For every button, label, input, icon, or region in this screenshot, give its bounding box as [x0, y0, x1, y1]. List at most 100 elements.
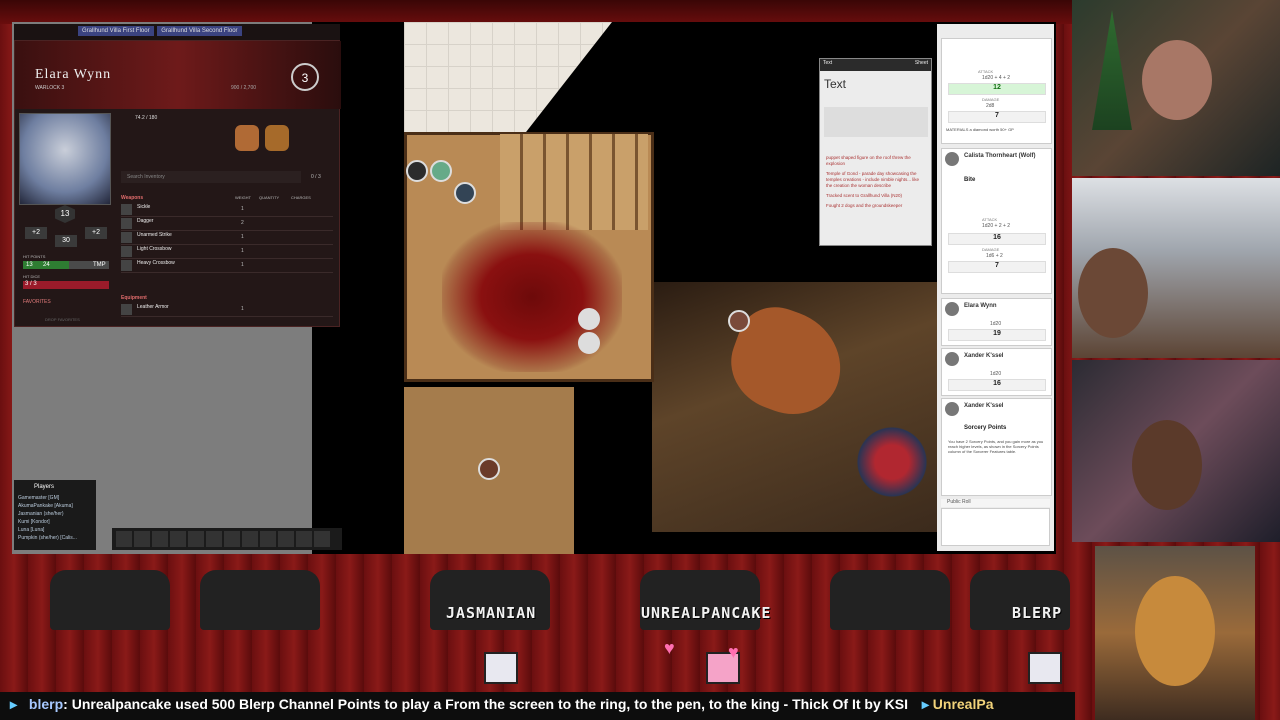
item-icon	[121, 304, 132, 315]
token[interactable]	[478, 458, 500, 480]
initiative-value[interactable]: +2	[25, 227, 47, 239]
hotbar-slot[interactable]	[206, 531, 222, 547]
hotbar-slot[interactable]	[296, 531, 312, 547]
hp-bar[interactable]: 13 24 TMP	[23, 261, 109, 269]
webcam-4	[1095, 546, 1255, 720]
item-quantity[interactable]: 1	[241, 248, 244, 254]
quantity-column: QUANTITY	[259, 195, 280, 200]
ticker-text: : Unrealpancake used 500 Blerp Channel P…	[63, 696, 908, 712]
text-editor-body[interactable]: puppet shaped figure on the roof threw t…	[826, 155, 926, 213]
webcam-2	[1072, 178, 1280, 358]
tab-first-floor[interactable]: Grallhund Villa First Floor	[78, 26, 154, 36]
viewer-name: UNREALPANCAKE	[641, 604, 772, 622]
inventory-item[interactable]: Light Crossbow 1	[121, 245, 333, 259]
chat-card-feature: Xander K'ssel Sorcery Points You have 2 …	[941, 398, 1052, 496]
equipment-header: Equipment	[121, 295, 147, 301]
item-quantity[interactable]: 1	[241, 234, 244, 240]
item-quantity[interactable]: 1	[241, 262, 244, 268]
text-editor-titlebar[interactable]: Text Sheet	[820, 59, 931, 71]
damage-roll-total[interactable]: 7	[948, 111, 1046, 123]
item-icon	[121, 260, 132, 271]
damage-label: DAMAGE	[982, 247, 1000, 252]
macro-hotbar[interactable]	[112, 528, 342, 550]
item-quantity[interactable]: 1	[241, 206, 244, 212]
pancake-mask	[1135, 576, 1215, 686]
red-chair	[852, 422, 932, 502]
spell-materials: MATERIALS a diamond worth 50+ GP	[946, 127, 1014, 132]
token[interactable]	[454, 182, 476, 204]
hotbar-slot[interactable]	[224, 531, 240, 547]
roll-formula: 1d20	[990, 321, 1002, 327]
speed-value: 30	[55, 235, 77, 247]
player-item[interactable]: Jasmanian (she/her)	[14, 510, 96, 518]
attack-roll-total[interactable]: 12	[948, 83, 1046, 95]
level-badge: 3	[291, 63, 319, 91]
viewer-name: BLERP	[1012, 604, 1063, 622]
chat-card-wolf: Calista Thornheart (Wolf) Bite ATTACK 1d…	[941, 148, 1052, 294]
journal-paragraph: Fought 2 dogs and the groundskeeper	[826, 203, 903, 208]
token[interactable]	[406, 160, 428, 182]
hotbar-slot[interactable]	[116, 531, 132, 547]
character-portrait[interactable]	[19, 113, 111, 205]
player-item[interactable]: Kumi [Kondor]	[14, 518, 96, 526]
text-editor-title[interactable]: Text	[824, 77, 846, 91]
damage-roll-total[interactable]: 7	[948, 261, 1046, 273]
proficiency-value: +2	[85, 227, 107, 239]
inventory-item[interactable]: Leather Armor 1	[121, 303, 333, 317]
attack-roll-total[interactable]: 16	[948, 233, 1046, 245]
players-header[interactable]: Players	[14, 480, 96, 494]
chat-log[interactable]: ATTACK 1d20 + 4 + 2 12 DAMAGE 2d8 7 MATE…	[937, 24, 1054, 551]
text-editor-tab: Text	[823, 60, 833, 66]
inventory-item[interactable]: Dagger 2	[121, 217, 333, 231]
character-sheet[interactable]: Elara Wynn WARLOCK 3 3 900 / 2,700 74.2 …	[14, 40, 341, 327]
drop-favorites: DROP FAVORITES	[45, 317, 80, 322]
hotbar-slot[interactable]	[242, 531, 258, 547]
viewer-avatar	[484, 652, 518, 684]
item-quantity[interactable]: 2	[241, 220, 244, 226]
tab-second-floor[interactable]: Grallhund Villa Second Floor	[157, 26, 242, 36]
player-item[interactable]: Gamemaster [GM]	[14, 494, 96, 502]
player-item[interactable]: Pumpkin (she/her) [Calis...	[14, 534, 96, 542]
hotbar-slot[interactable]	[152, 531, 168, 547]
hotbar-slot[interactable]	[278, 531, 294, 547]
token[interactable]	[578, 308, 600, 330]
player-item[interactable]: Luna [Luna]	[14, 526, 96, 534]
token[interactable]	[430, 160, 452, 182]
character-name[interactable]: Elara Wynn	[35, 67, 111, 83]
hotbar-slot[interactable]	[260, 531, 276, 547]
players-panel[interactable]: Players Gamemaster [GM] AkumaPankake [Aku…	[14, 480, 96, 550]
viewer-name: JASMANIAN	[446, 604, 537, 622]
token[interactable]	[728, 310, 750, 332]
avatar	[945, 352, 959, 366]
token[interactable]	[578, 332, 600, 354]
attack-formula: 1d20 + 4 + 2	[982, 75, 1011, 81]
hotbar-slot[interactable]	[314, 531, 330, 547]
avatar	[945, 302, 959, 316]
speaker-name: Xander K'ssel	[964, 403, 1004, 409]
journal-paragraph: Tracked scent to Grallhund Villa (N20)	[826, 193, 903, 198]
viewer-avatar	[1028, 652, 1062, 684]
streamer-face	[1078, 248, 1148, 338]
text-editor-toolbar[interactable]	[824, 107, 928, 137]
item-name: Heavy Crossbow	[137, 260, 175, 266]
inventory-item[interactable]: Sickle 1	[121, 203, 333, 217]
roll-total[interactable]: 16	[948, 379, 1046, 391]
journal-paragraph: Temple of Gond - parade day showcasing t…	[826, 171, 920, 188]
xp-text: 900 / 2,700	[231, 85, 257, 91]
inventory-item[interactable]: Unarmed Strike 1	[121, 231, 333, 245]
roll-mode-select[interactable]: Public Roll	[941, 499, 1050, 507]
sheet-button[interactable]: Sheet	[915, 60, 928, 66]
player-item[interactable]: AkumaPankake [Akuma]	[14, 502, 96, 510]
item-quantity[interactable]: 1	[241, 306, 244, 312]
chat-input[interactable]	[941, 508, 1050, 546]
text-editor-window[interactable]: Text Sheet Text puppet shaped figure on …	[819, 58, 932, 246]
hp-temp[interactable]: TMP	[93, 262, 106, 268]
hitdice-bar[interactable]: 3 / 3	[23, 281, 109, 289]
roll-total[interactable]: 19	[948, 329, 1046, 341]
hotbar-slot[interactable]	[170, 531, 186, 547]
speaker-name: Xander K'ssel	[964, 353, 1004, 359]
hotbar-slot[interactable]	[134, 531, 150, 547]
hotbar-slot[interactable]	[188, 531, 204, 547]
avatar	[945, 402, 959, 416]
inventory-item[interactable]: Heavy Crossbow 1	[121, 259, 333, 273]
